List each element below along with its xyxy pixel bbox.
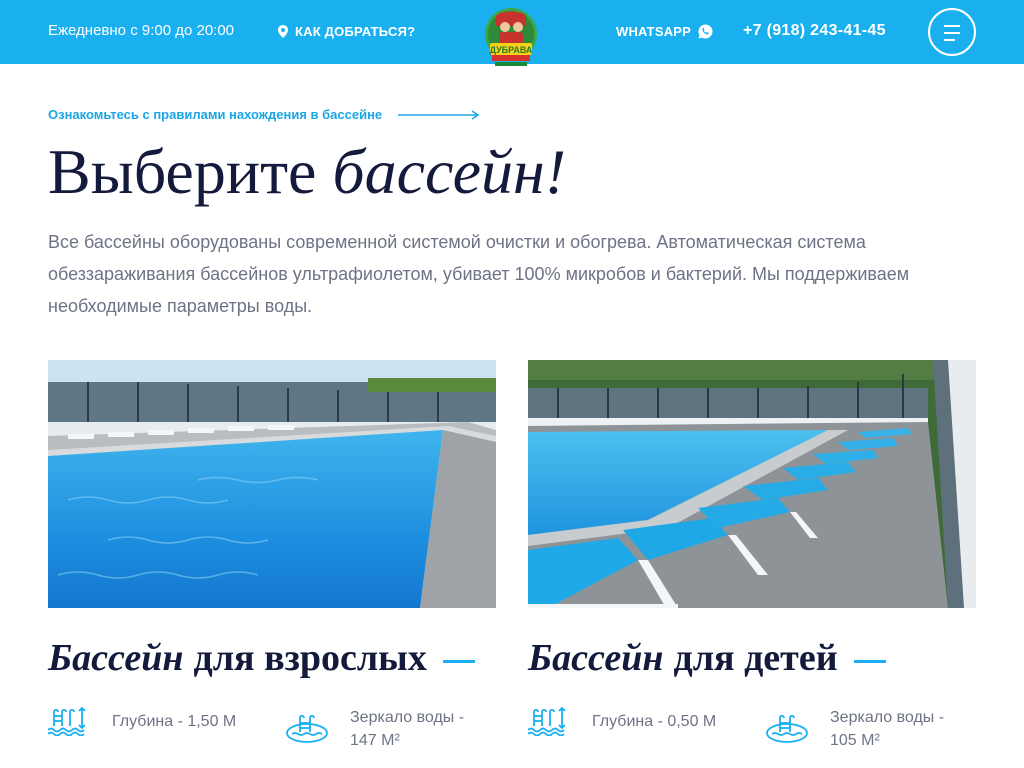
children-pool-photo[interactable] (528, 360, 976, 608)
pool-ladder-depth-icon (48, 706, 86, 736)
page-title-plain: Выберите (48, 136, 333, 207)
logo[interactable]: ДУБРАВА (482, 6, 540, 72)
depth-value: Глубина - 1,50 М (112, 712, 237, 730)
depth-feature: Глубина - 0,50 М (528, 706, 716, 736)
directions-label: КАК ДОБРАТЬСЯ? (295, 24, 416, 39)
surface-text: Зеркало воды - 105 М² (830, 706, 944, 752)
map-pin-icon (278, 25, 288, 38)
menu-line (944, 39, 955, 41)
pool-title-adults: Бассейн для взрослых (48, 636, 475, 680)
pool-card-adults: Бассейн для взрослых Глубина - 1,50 М Зе… (48, 360, 496, 749)
opening-hours: Ежедневно с 9:00 до 20:00 (48, 22, 235, 39)
whatsapp-link[interactable]: WHATSAPP (616, 24, 713, 39)
surface-value: 147 М² (350, 732, 400, 749)
pool-card-children: Бассейн для детей Глубина - 0,50 М Зерка… (528, 360, 976, 749)
surface-text: Зеркало воды - 147 М² (350, 706, 464, 752)
whatsapp-label: WHATSAPP (616, 24, 692, 39)
surface-feature: Зеркало воды - 105 М² (766, 706, 944, 752)
menu-button[interactable] (928, 8, 976, 56)
surface-label: Зеркало воды - (830, 709, 945, 726)
pool-rules-label: Ознакомьтесь с правилами нахождения в ба… (48, 107, 383, 122)
dubrava-logo-image: ДУБРАВА (485, 8, 537, 66)
pool-title-children: Бассейн для детей (528, 636, 886, 680)
directions-link[interactable]: КАК ДОБРАТЬСЯ? (278, 24, 415, 39)
long-arrow-right-icon (398, 109, 480, 120)
depth-value: Глубина - 0,50 М (592, 712, 717, 730)
intro-text: Все бассейны оборудованы современной сис… (48, 232, 910, 316)
pool-title-italic: Бассейн (528, 637, 664, 679)
menu-line (944, 32, 960, 34)
page-title-italic: бассейн! (332, 136, 567, 207)
hamburger-menu-icon (944, 25, 960, 27)
logo-text: ДУБРАВА (490, 45, 533, 55)
phone-link[interactable]: +7 (918) 243-41-45 (743, 22, 886, 40)
surface-feature: Зеркало воды - 147 М² (286, 706, 464, 752)
surface-value: 105 М² (830, 732, 880, 749)
surface-label: Зеркало воды - (350, 709, 465, 726)
site-header: Ежедневно с 9:00 до 20:00 КАК ДОБРАТЬСЯ?… (0, 0, 1024, 66)
whatsapp-icon (698, 24, 713, 39)
adult-pool-photo[interactable] (48, 360, 496, 608)
pool-ladder-depth-icon (528, 706, 566, 736)
depth-feature: Глубина - 1,50 М (48, 706, 236, 736)
title-accent-dash (442, 659, 475, 663)
pool-surface-icon (286, 714, 328, 743)
pool-title-plain: для взрослых (193, 637, 427, 679)
page-title: Выберите бассейн! (48, 136, 566, 208)
pool-title-plain: для детей (673, 637, 838, 679)
pool-title-italic: Бассейн (48, 637, 184, 679)
pool-surface-icon (766, 714, 808, 743)
title-accent-dash (853, 659, 886, 663)
pool-rules-link[interactable]: Ознакомьтесь с правилами нахождения в ба… (48, 107, 480, 122)
